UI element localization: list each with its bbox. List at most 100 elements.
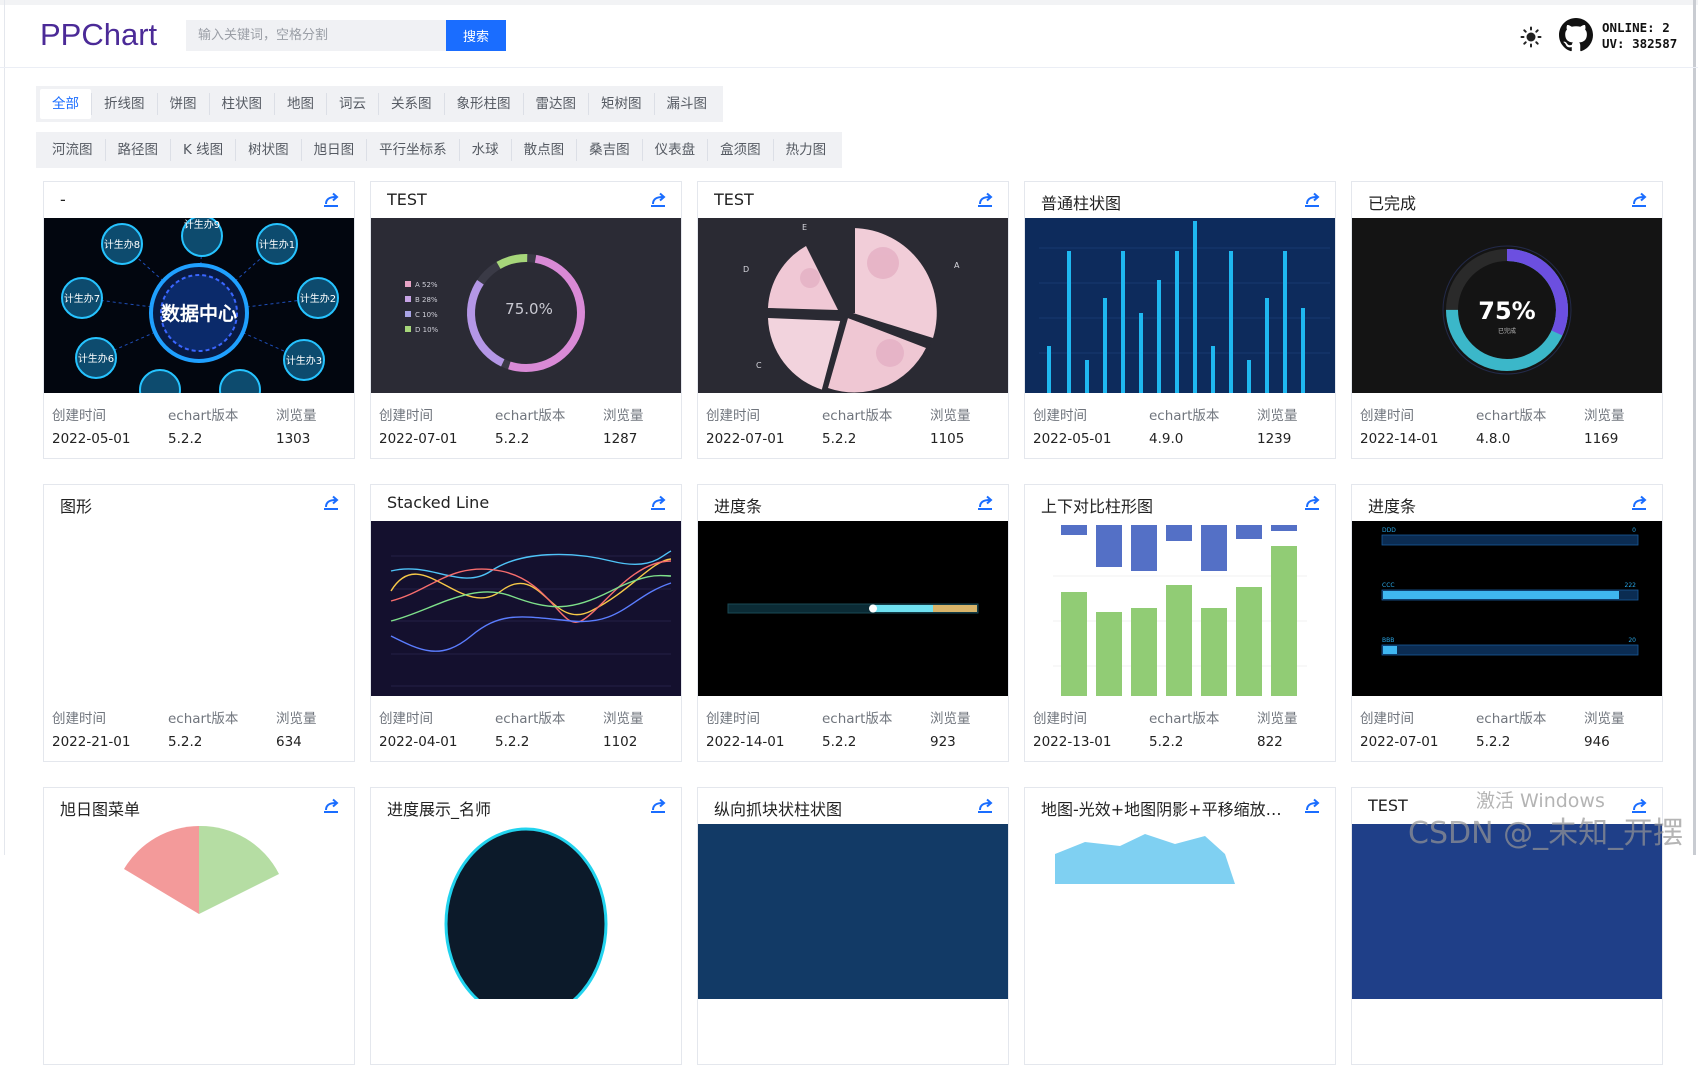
tab-tree[interactable]: 树状图 [235,139,301,161]
share-icon[interactable] [322,494,340,512]
share-icon[interactable] [1630,191,1648,209]
version-label: echart版本 [1149,408,1220,424]
chart-card[interactable]: 进度条 创建时间 2022-14-01 echart版本 5.2.2 浏览量 923 [697,484,1009,762]
logo[interactable]: PPChart [40,17,157,53]
share-icon[interactable] [976,191,994,209]
tab-heatmap[interactable]: 热力图 [772,139,839,161]
chart-thumbnail[interactable] [371,824,681,999]
tab-funnel[interactable]: 漏斗图 [653,93,720,115]
chart-card[interactable]: 进度条 DDD CCC BBB 0 222 20 创建时间 2022-07-01 … [1351,484,1663,762]
chart-thumbnail[interactable] [698,521,1008,696]
tab-graph[interactable]: 关系图 [378,93,444,115]
card-title[interactable]: 纵向抓块状柱状图 [714,796,842,820]
chart-thumbnail[interactable]: 75.0% A 52% B 28% C 10% D 10% [371,218,681,393]
card-title[interactable]: 普通柱状图 [1041,190,1121,214]
tab-sankey[interactable]: 桑吉图 [576,139,642,161]
share-icon[interactable] [1303,797,1321,815]
card-title[interactable]: 已完成 [1368,190,1416,214]
tab-themeriver[interactable]: 河流图 [40,139,105,161]
chart-card[interactable]: 进度展示_名师 [370,787,682,1065]
card-title[interactable]: TEST [1368,796,1408,815]
share-icon[interactable] [649,191,667,209]
tab-lines[interactable]: 路径图 [104,139,171,161]
chart-thumbnail[interactable] [698,824,1008,999]
tab-wordcloud[interactable]: 词云 [326,93,378,115]
search-button[interactable]: 搜索 [446,20,506,51]
tab-scatter[interactable]: 散点图 [510,139,577,161]
share-icon[interactable] [976,797,994,815]
card-title[interactable]: 地图-光效+地图阴影+平移缩放+获... [1041,796,1291,820]
card-title[interactable]: 旭日图菜单 [60,796,140,820]
tab-pictorial-bar[interactable]: 象形柱图 [443,93,523,115]
card-meta: 创建时间 2022-07-01 echart版本 5.2.2 浏览量 946 [1352,696,1662,760]
version-label: echart版本 [1149,711,1220,727]
chart-thumbnail[interactable]: 75% 已完成 [1352,218,1662,393]
created-label: 创建时间 [379,408,433,424]
share-icon[interactable] [1630,494,1648,512]
views-label: 浏览量 [930,711,971,727]
sun-icon[interactable] [1520,26,1542,48]
card-title[interactable]: Stacked Line [387,493,489,512]
tab-boxplot[interactable]: 盒须图 [707,139,773,161]
search-input[interactable] [186,20,446,51]
chart-card[interactable]: TEST A C D E 创建时间 2022-07-01 echart版本 5.2.… [697,181,1009,459]
chart-thumbnail[interactable] [1025,521,1335,696]
chart-card[interactable]: 纵向抓块状柱状图 [697,787,1009,1065]
card-meta: 创建时间 2022-05-01 echart版本 5.2.2 浏览量 1303 [44,393,354,457]
tab-bar[interactable]: 柱状图 [208,93,275,115]
chart-card[interactable]: - 计生办9 计生办1 计生办2 计生办3 计生办6 计生办7 计生办8 数据中… [43,181,355,459]
card-meta: 创建时间 2022-07-01 echart版本 5.2.2 浏览量 1105 [698,393,1008,457]
window-scrollbar[interactable] [1693,0,1696,855]
share-icon[interactable] [322,797,340,815]
node-label: 计生办6 [78,352,114,365]
share-icon[interactable] [976,494,994,512]
share-icon[interactable] [322,191,340,209]
chart-card[interactable]: 已完成 75% 已完成 创建时间 2022-14-01 echart版本 4.8.0… [1351,181,1663,459]
chart-card[interactable]: 上下对比柱形图 创建时间 2022-13-01 echart版本 5.2.2 浏览量… [1024,484,1336,762]
chart-card[interactable]: 图形 创建时间 2022-21-01 echart版本 5.2.2 浏览量 634 [43,484,355,762]
chart-thumbnail[interactable] [371,521,681,696]
card-title[interactable]: 进度展示_名师 [387,796,491,820]
card-title[interactable]: 进度条 [714,493,762,517]
card-title[interactable]: - [60,190,66,209]
chart-thumbnail[interactable] [1025,218,1335,393]
tab-candlestick[interactable]: K 线图 [170,139,235,161]
site-stats: ONLINE: 2 UV: 382587 [1602,20,1677,52]
tab-parallel[interactable]: 平行坐标系 [366,139,459,161]
tab-line[interactable]: 折线图 [91,93,157,115]
chart-thumbnail[interactable]: A C D E [698,218,1008,393]
tab-all[interactable]: 全部 [40,89,91,119]
views-label: 浏览量 [276,408,317,424]
tab-map[interactable]: 地图 [274,93,326,115]
created-label: 创建时间 [52,711,106,727]
chart-card[interactable]: Stacked Line 创建时间 2022-04-01 echart版本 5.2.… [370,484,682,762]
chart-card[interactable]: 旭日图菜单 [43,787,355,1065]
chart-thumbnail[interactable] [44,824,354,999]
chart-thumbnail[interactable] [1025,824,1335,999]
chart-thumbnail[interactable]: DDD CCC BBB 0 222 20 [1352,521,1662,696]
tab-radar[interactable]: 雷达图 [522,93,589,115]
chart-card[interactable]: 地图-光效+地图阴影+平移缩放+获... [1024,787,1336,1065]
chart-thumbnail[interactable]: 计生办9 计生办1 计生办2 计生办3 计生办6 计生办7 计生办8 数据中心 [44,218,354,393]
chart-thumbnail[interactable] [44,521,354,696]
chart-card[interactable]: TEST 75.0% A 52% B 28% C 10% D 10% 创建时间 2… [370,181,682,459]
tab-pie[interactable]: 饼图 [156,93,209,115]
share-icon[interactable] [1303,191,1321,209]
card-title[interactable]: 图形 [60,493,92,517]
chart-card[interactable]: 普通柱状图 创建时间 2022-05-01 echart版本 4.9.0 浏览量 12… [1024,181,1336,459]
github-icon[interactable] [1559,18,1593,52]
card-title[interactable]: TEST [387,190,427,209]
tab-gauge[interactable]: 仪表盘 [641,139,708,161]
card-title[interactable]: TEST [714,190,754,209]
ring-value: 75.0% [505,300,553,318]
card-meta: 创建时间 2022-07-01 echart版本 5.2.2 浏览量 1287 [371,393,681,457]
views-value: 1239 [1257,431,1292,447]
card-title[interactable]: 进度条 [1368,493,1416,517]
card-title[interactable]: 上下对比柱形图 [1041,493,1153,517]
tab-liquidfill[interactable]: 水球 [458,139,511,161]
tab-sunburst[interactable]: 旭日图 [300,139,367,161]
tab-treemap[interactable]: 矩树图 [588,93,654,115]
share-icon[interactable] [649,797,667,815]
share-icon[interactable] [1303,494,1321,512]
share-icon[interactable] [649,494,667,512]
